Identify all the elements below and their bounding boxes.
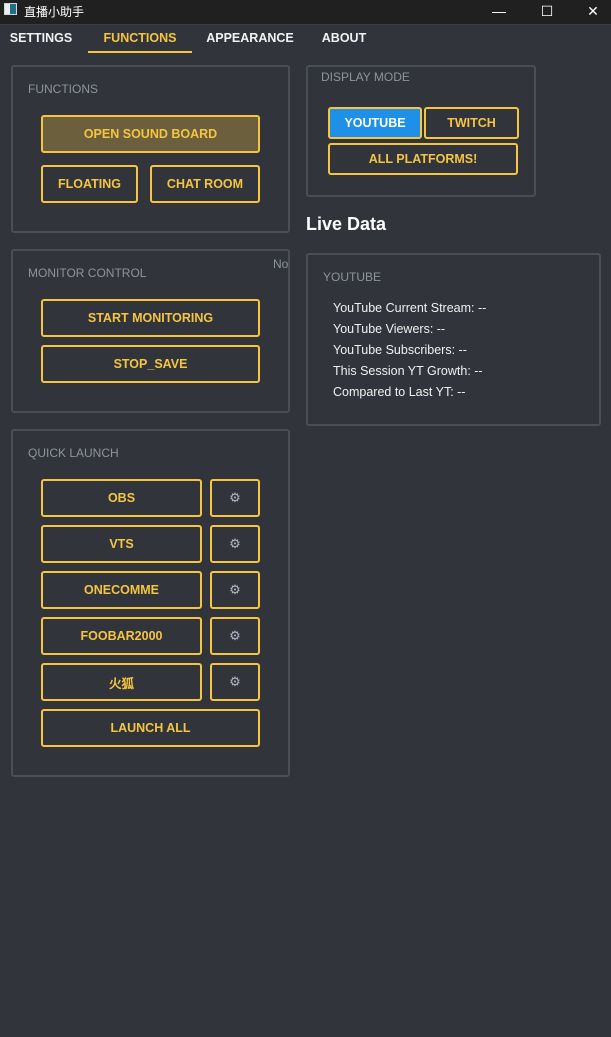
maximize-button[interactable]: ☐ [524,0,570,24]
stop-save-button[interactable]: STOP_SAVE [41,345,260,383]
floating-button[interactable]: FLOATING [41,165,138,203]
launch-firefox-button[interactable]: 火狐 [41,663,202,701]
vts-settings-gear-icon[interactable]: ⚙ [210,525,260,563]
firefox-settings-gear-icon[interactable]: ⚙ [210,663,260,701]
onecomme-settings-gear-icon[interactable]: ⚙ [210,571,260,609]
yt-session-growth: This Session YT Growth: -- [333,364,483,378]
launch-onecomme-button[interactable]: ONECOMME [41,571,202,609]
launch-foobar2000-button[interactable]: FOOBAR2000 [41,617,202,655]
monitor-status-label: No [273,257,289,271]
twitch-mode-button[interactable]: TWITCH [424,107,519,139]
tab-about[interactable]: ABOUT [313,25,375,51]
tab-functions[interactable]: FUNCTIONS [88,25,192,53]
window-title: 直播小助手 [24,5,85,19]
minimize-button[interactable]: — [476,0,522,24]
monitor-control-title: MONITOR CONTROL [28,266,147,280]
app-icon [4,3,17,15]
start-monitoring-button[interactable]: START MONITORING [41,299,260,337]
yt-subscribers: YouTube Subscribers: -- [333,343,467,357]
foobar2000-settings-gear-icon[interactable]: ⚙ [210,617,260,655]
functions-group-title: FUNCTIONS [28,82,98,96]
obs-settings-gear-icon[interactable]: ⚙ [210,479,260,517]
title-bar: 直播小助手 — ☐ ✕ [0,0,611,24]
chat-room-button[interactable]: CHAT ROOM [150,165,260,203]
launch-vts-button[interactable]: VTS [41,525,202,563]
close-button[interactable]: ✕ [570,0,611,24]
quick-launch-title: QUICK LAUNCH [28,446,119,460]
all-platforms-button[interactable]: ALL PLATFORMS! [328,143,518,175]
yt-viewers: YouTube Viewers: -- [333,322,446,336]
launch-obs-button[interactable]: OBS [41,479,202,517]
tab-bar: SETTINGS FUNCTIONS APPEARANCE ABOUT [0,24,611,53]
yt-compared-to-last: Compared to Last YT: -- [333,385,466,399]
launch-all-button[interactable]: LAUNCH ALL [41,709,260,747]
yt-current-stream: YouTube Current Stream: -- [333,301,487,315]
open-sound-board-button[interactable]: OPEN SOUND BOARD [41,115,260,153]
tab-settings[interactable]: SETTINGS [0,25,82,51]
live-data-title: Live Data [306,214,387,234]
tab-appearance[interactable]: APPEARANCE [199,25,301,51]
youtube-stats-title: YOUTUBE [323,270,382,284]
display-mode-title: DISPLAY MODE [321,70,410,84]
youtube-mode-button[interactable]: YOUTUBE [328,107,422,139]
